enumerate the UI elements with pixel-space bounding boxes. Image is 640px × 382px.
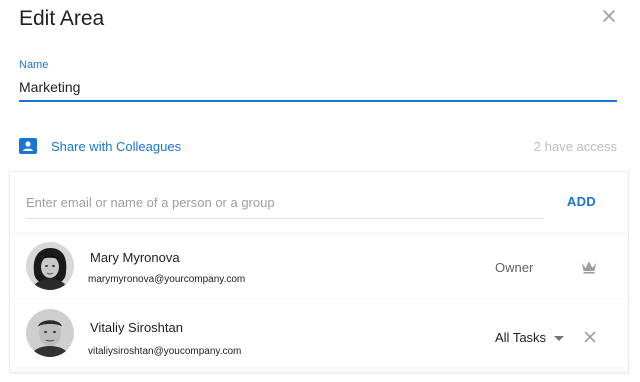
caret-down-icon bbox=[554, 336, 565, 342]
member-email: marymyronova@yourcompany.com bbox=[88, 274, 246, 285]
crown-icon bbox=[582, 261, 596, 274]
access-count: 2 have access bbox=[533, 139, 617, 154]
name-input[interactable] bbox=[19, 76, 617, 98]
invite-underline bbox=[26, 218, 544, 219]
remove-member-button[interactable] bbox=[584, 330, 596, 343]
dialog-title: Edit Area bbox=[19, 7, 105, 30]
member-name: Vitaliy Siroshtan bbox=[90, 320, 183, 335]
share-row: Share with Colleagues 2 have access bbox=[19, 137, 617, 157]
role-dropdown-value: All Tasks bbox=[495, 330, 547, 345]
role-dropdown[interactable]: All Tasks bbox=[495, 330, 565, 345]
close-dialog-button[interactable] bbox=[600, 7, 618, 25]
share-with-colleagues-link[interactable]: Share with Colleagues bbox=[51, 139, 181, 154]
avatar bbox=[26, 242, 74, 290]
contact-card-icon bbox=[19, 138, 37, 154]
member-name: Mary Myronova bbox=[90, 250, 180, 265]
avatar bbox=[26, 309, 74, 357]
add-button[interactable]: ADD bbox=[567, 194, 596, 209]
name-field-underline bbox=[19, 100, 617, 102]
member-role: Owner bbox=[495, 260, 534, 275]
close-icon bbox=[584, 331, 596, 343]
member-email: vitaliysiroshtan@youcompany.com bbox=[88, 346, 242, 357]
invite-input[interactable] bbox=[26, 192, 546, 212]
sharing-panel: ADD Mary Myronova marymyronova@yourcompa… bbox=[10, 172, 628, 372]
close-icon bbox=[603, 10, 615, 22]
invite-row: ADD bbox=[10, 172, 628, 232]
member-row: Mary Myronova marymyronova@yourcompany.c… bbox=[10, 236, 628, 298]
name-field-label: Name bbox=[19, 59, 49, 71]
member-row: Vitaliy Siroshtan vitaliysiroshtan@youco… bbox=[10, 300, 628, 366]
